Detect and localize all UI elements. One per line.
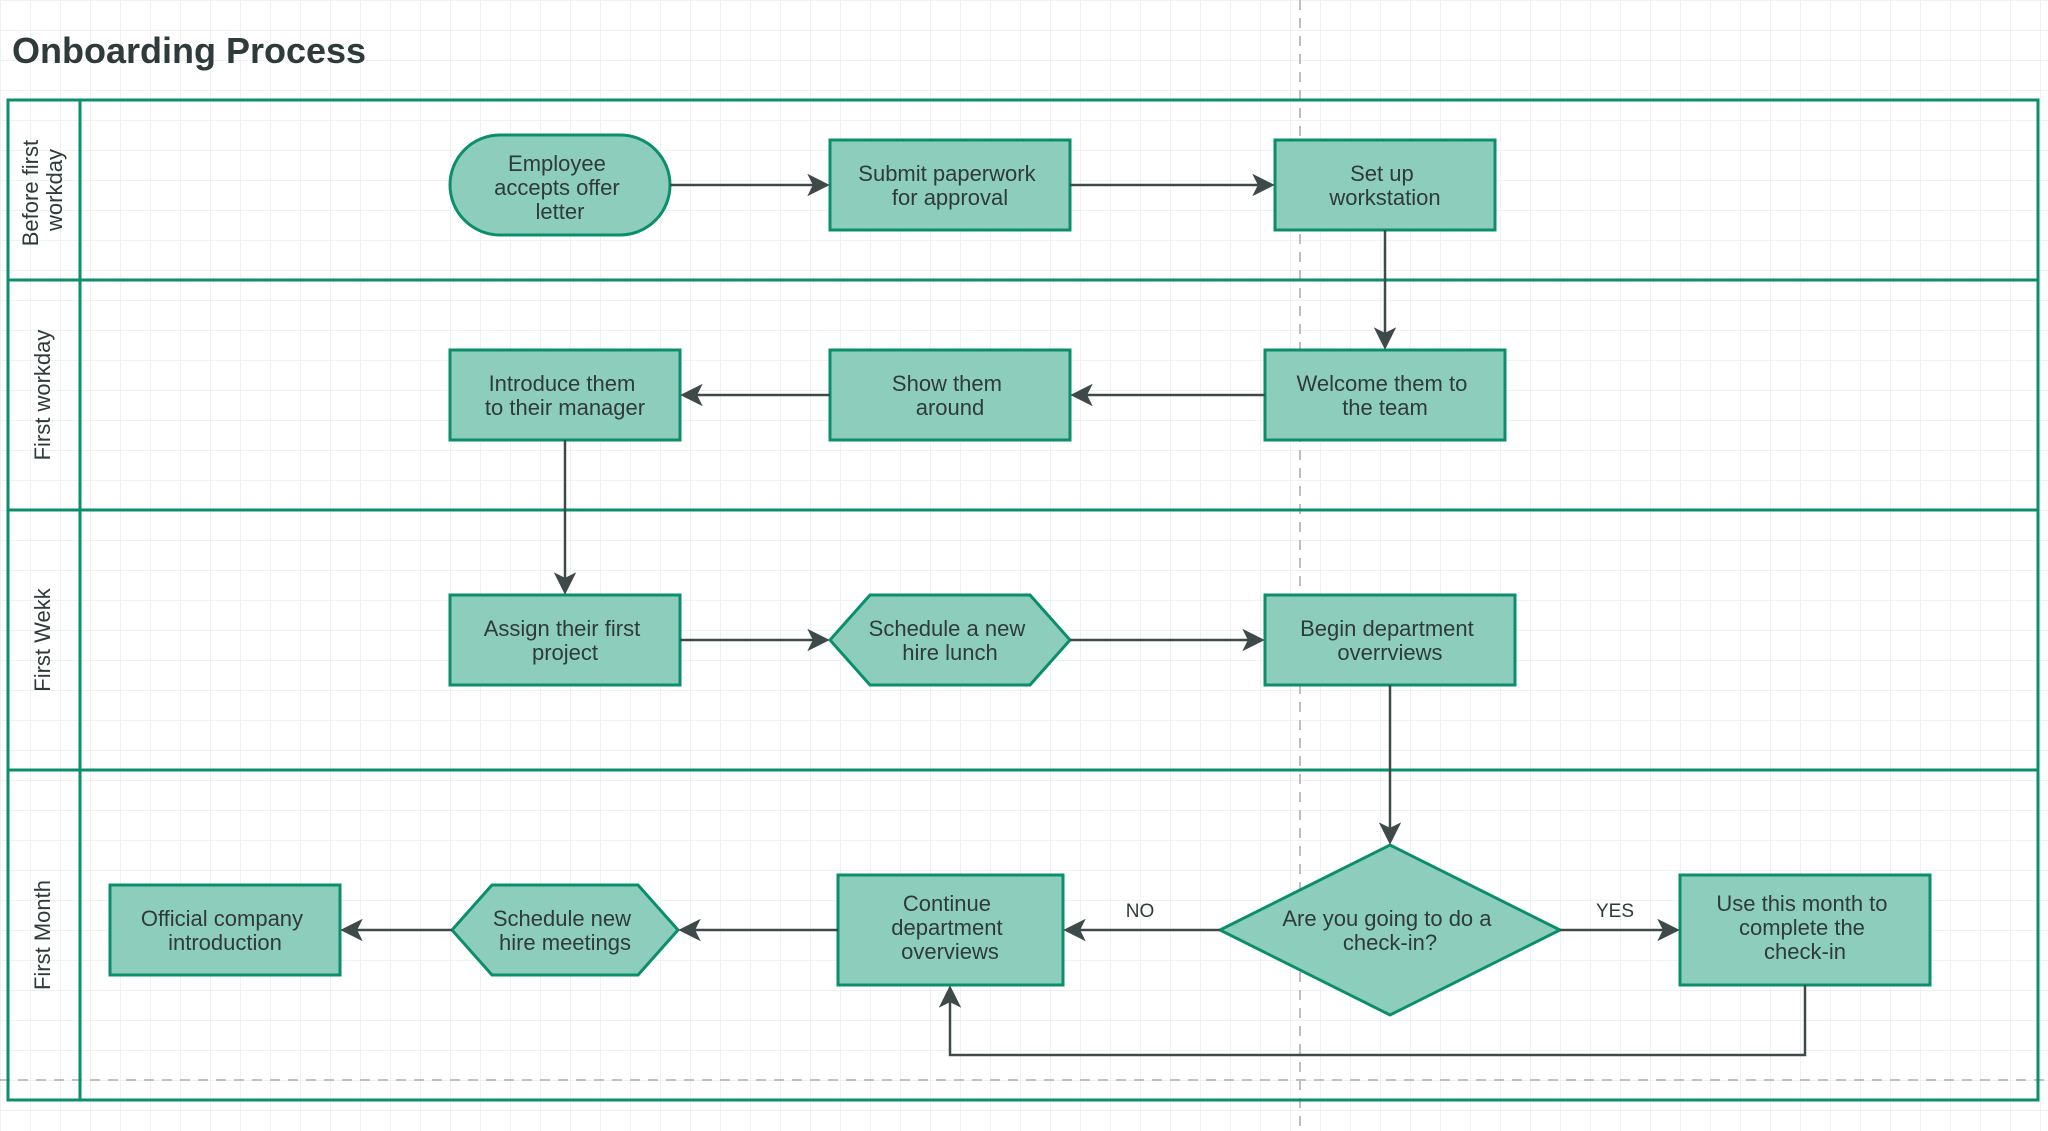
node-official-intro[interactable]: Official company introduction	[110, 885, 340, 975]
node-setup-workstation[interactable]: Set up workstation	[1275, 140, 1495, 230]
svg-text:First Month: First Month	[30, 880, 55, 990]
svg-text:Introduce them to thei: Introduce them to their manager	[485, 371, 645, 420]
node-accept-offer[interactable]: Employee accepts offer letter	[450, 135, 670, 235]
node-submit-paperwork[interactable]: Submit paperwork for approval	[830, 140, 1070, 230]
lane-label-first-workday: First workday	[30, 330, 55, 461]
svg-text:First Wekk: First Wekk	[30, 587, 55, 691]
lane-label-before: Before first workday	[18, 134, 67, 247]
edge-label-yes: YES	[1596, 901, 1634, 922]
node-begin-overviews[interactable]: Begin department overrviews	[1265, 595, 1515, 685]
diagram-title: Onboarding Process	[12, 30, 366, 72]
svg-text:Before first workday: Before first workday	[18, 134, 67, 247]
node-checkin-decision[interactable]: Are you going to do a check-in?	[1220, 845, 1560, 1015]
node-continue-overviews[interactable]: Continue department overviews	[838, 875, 1063, 985]
node-schedule-meetings[interactable]: Schedule new hire meetings	[452, 885, 678, 975]
node-complete-checkin[interactable]: Use this month to complete the check-in	[1680, 875, 1930, 985]
edge-label-no: NO	[1126, 901, 1155, 922]
flowchart-canvas: Before first workday First workday First…	[0, 0, 2048, 1131]
node-show-around[interactable]: Show them around	[830, 350, 1070, 440]
svg-text:Schedule new hire meet: Schedule new hire meetings	[493, 906, 637, 955]
svg-text:First workday: First workday	[30, 330, 55, 461]
svg-text:Continue department: Continue department overviews	[891, 891, 1008, 964]
node-schedule-lunch[interactable]: Schedule a new hire lunch	[830, 595, 1070, 685]
lane-label-first-month: First Month	[30, 880, 55, 990]
node-welcome-team[interactable]: Welcome them to the team	[1265, 350, 1505, 440]
node-introduce-manager[interactable]: Introduce them to their manager	[450, 350, 680, 440]
lane-label-first-week: First Wekk	[30, 587, 55, 691]
node-assign-project[interactable]: Assign their first project	[450, 595, 680, 685]
